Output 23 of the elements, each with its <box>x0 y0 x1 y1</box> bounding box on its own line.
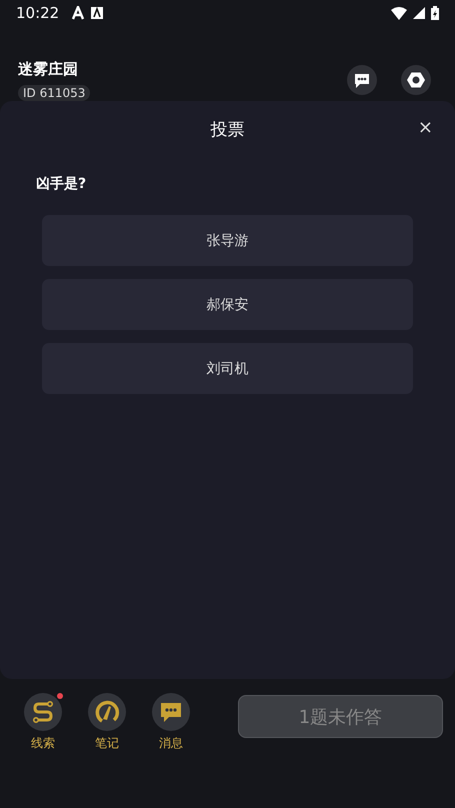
close-button[interactable]: × <box>414 117 437 138</box>
room-title: 迷雾庄园 <box>18 60 78 78</box>
vote-option[interactable]: 张导游 <box>42 215 413 266</box>
vote-option[interactable]: 郝保安 <box>42 279 413 330</box>
wifi-icon <box>391 6 407 20</box>
settings-icon[interactable] <box>401 65 431 95</box>
nav-label[interactable]: 笔记 <box>95 735 119 752</box>
pen-gauge-icon[interactable] <box>88 693 126 731</box>
chat-icon[interactable] <box>347 65 377 95</box>
app-notification-icon <box>71 6 86 20</box>
signal-icon <box>413 7 425 19</box>
room-id-badge: ID 611053 <box>18 84 90 100</box>
vote-option[interactable]: 刘司机 <box>42 343 413 394</box>
question-text: 凶手是? <box>36 175 86 193</box>
nav-label[interactable]: 线索 <box>31 735 55 752</box>
status-time: 10:22 <box>16 4 60 22</box>
dialog-title: 投票 <box>210 118 244 140</box>
battery-icon <box>431 6 439 20</box>
nav-label[interactable]: 消息 <box>159 735 183 752</box>
message-icon[interactable] <box>152 693 190 731</box>
path-icon[interactable] <box>24 693 62 731</box>
notification-dot <box>57 693 63 699</box>
app-notification-icon <box>91 7 104 19</box>
